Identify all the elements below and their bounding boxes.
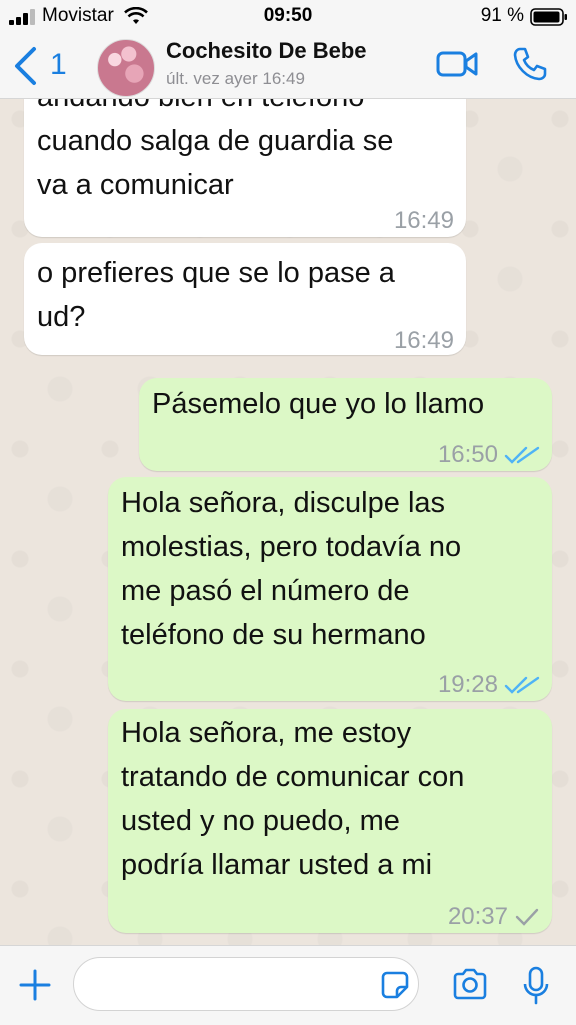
message-time: 19:28 xyxy=(437,671,498,698)
message-text: o prefieres que se lo pase a ud? xyxy=(37,257,395,333)
message-text: andando bien en teléfono cuando salga de… xyxy=(37,99,394,201)
unread-count: 1 xyxy=(50,48,67,81)
message-text: Hola señora, me estoy tratando de comuni… xyxy=(121,717,465,881)
back-chevron-icon xyxy=(15,47,36,85)
read-receipt-icon xyxy=(504,676,540,694)
message-meta: 16:50 xyxy=(438,433,540,477)
chat-area[interactable]: andando bien en teléfono cuando salga de… xyxy=(0,99,576,945)
chat-header: 1 Cochesito De Bebe últ. vez ayer 16:49 xyxy=(0,34,576,99)
message-text: Hola señora, disculpe las molestias, per… xyxy=(121,487,462,651)
phone-call-icon[interactable] xyxy=(512,46,548,82)
back-button[interactable]: 1 xyxy=(10,42,80,88)
sticker-icon[interactable] xyxy=(380,970,410,1000)
message-bubble[interactable]: andando bien en teléfono cuando salga de… xyxy=(24,99,466,237)
message-bubble[interactable]: o prefieres que se lo pase a ud? 16:49 xyxy=(24,243,466,355)
contact-name[interactable]: Cochesito De Bebe xyxy=(166,38,367,64)
message-input[interactable] xyxy=(73,957,419,1011)
delivered-tick-icon xyxy=(515,908,539,926)
avatar[interactable] xyxy=(97,39,155,97)
message-bubble[interactable]: Pásemelo que yo lo llamo 16:50 xyxy=(139,378,552,471)
message-meta: 16:49 xyxy=(394,199,454,243)
message-text: Pásemelo que yo lo llamo xyxy=(152,388,485,420)
battery-percentage: 91 % xyxy=(480,5,524,26)
last-seen: últ. vez ayer 16:49 xyxy=(166,69,305,88)
message-time: 16:49 xyxy=(393,327,454,354)
message-time: 16:49 xyxy=(393,207,454,234)
message-meta: 20:37 xyxy=(448,895,540,939)
message-composer xyxy=(0,945,576,1025)
message-time: 20:37 xyxy=(447,903,508,930)
camera-icon[interactable] xyxy=(451,968,489,1000)
message-bubble[interactable]: Hola señora, disculpe las molestias, per… xyxy=(108,477,552,701)
message-meta: 19:28 xyxy=(438,663,540,707)
message-bubble[interactable]: Hola señora, me estoy tratando de comuni… xyxy=(108,709,552,933)
battery-icon xyxy=(530,8,567,26)
plus-icon[interactable] xyxy=(18,968,52,1002)
message-meta: 16:49 xyxy=(394,319,454,363)
read-receipt-icon xyxy=(504,446,540,464)
status-bar: Movistar 09:50 91 % xyxy=(0,0,576,34)
video-call-icon[interactable] xyxy=(436,50,478,78)
message-time: 16:50 xyxy=(437,441,498,468)
microphone-icon[interactable] xyxy=(522,966,550,1006)
